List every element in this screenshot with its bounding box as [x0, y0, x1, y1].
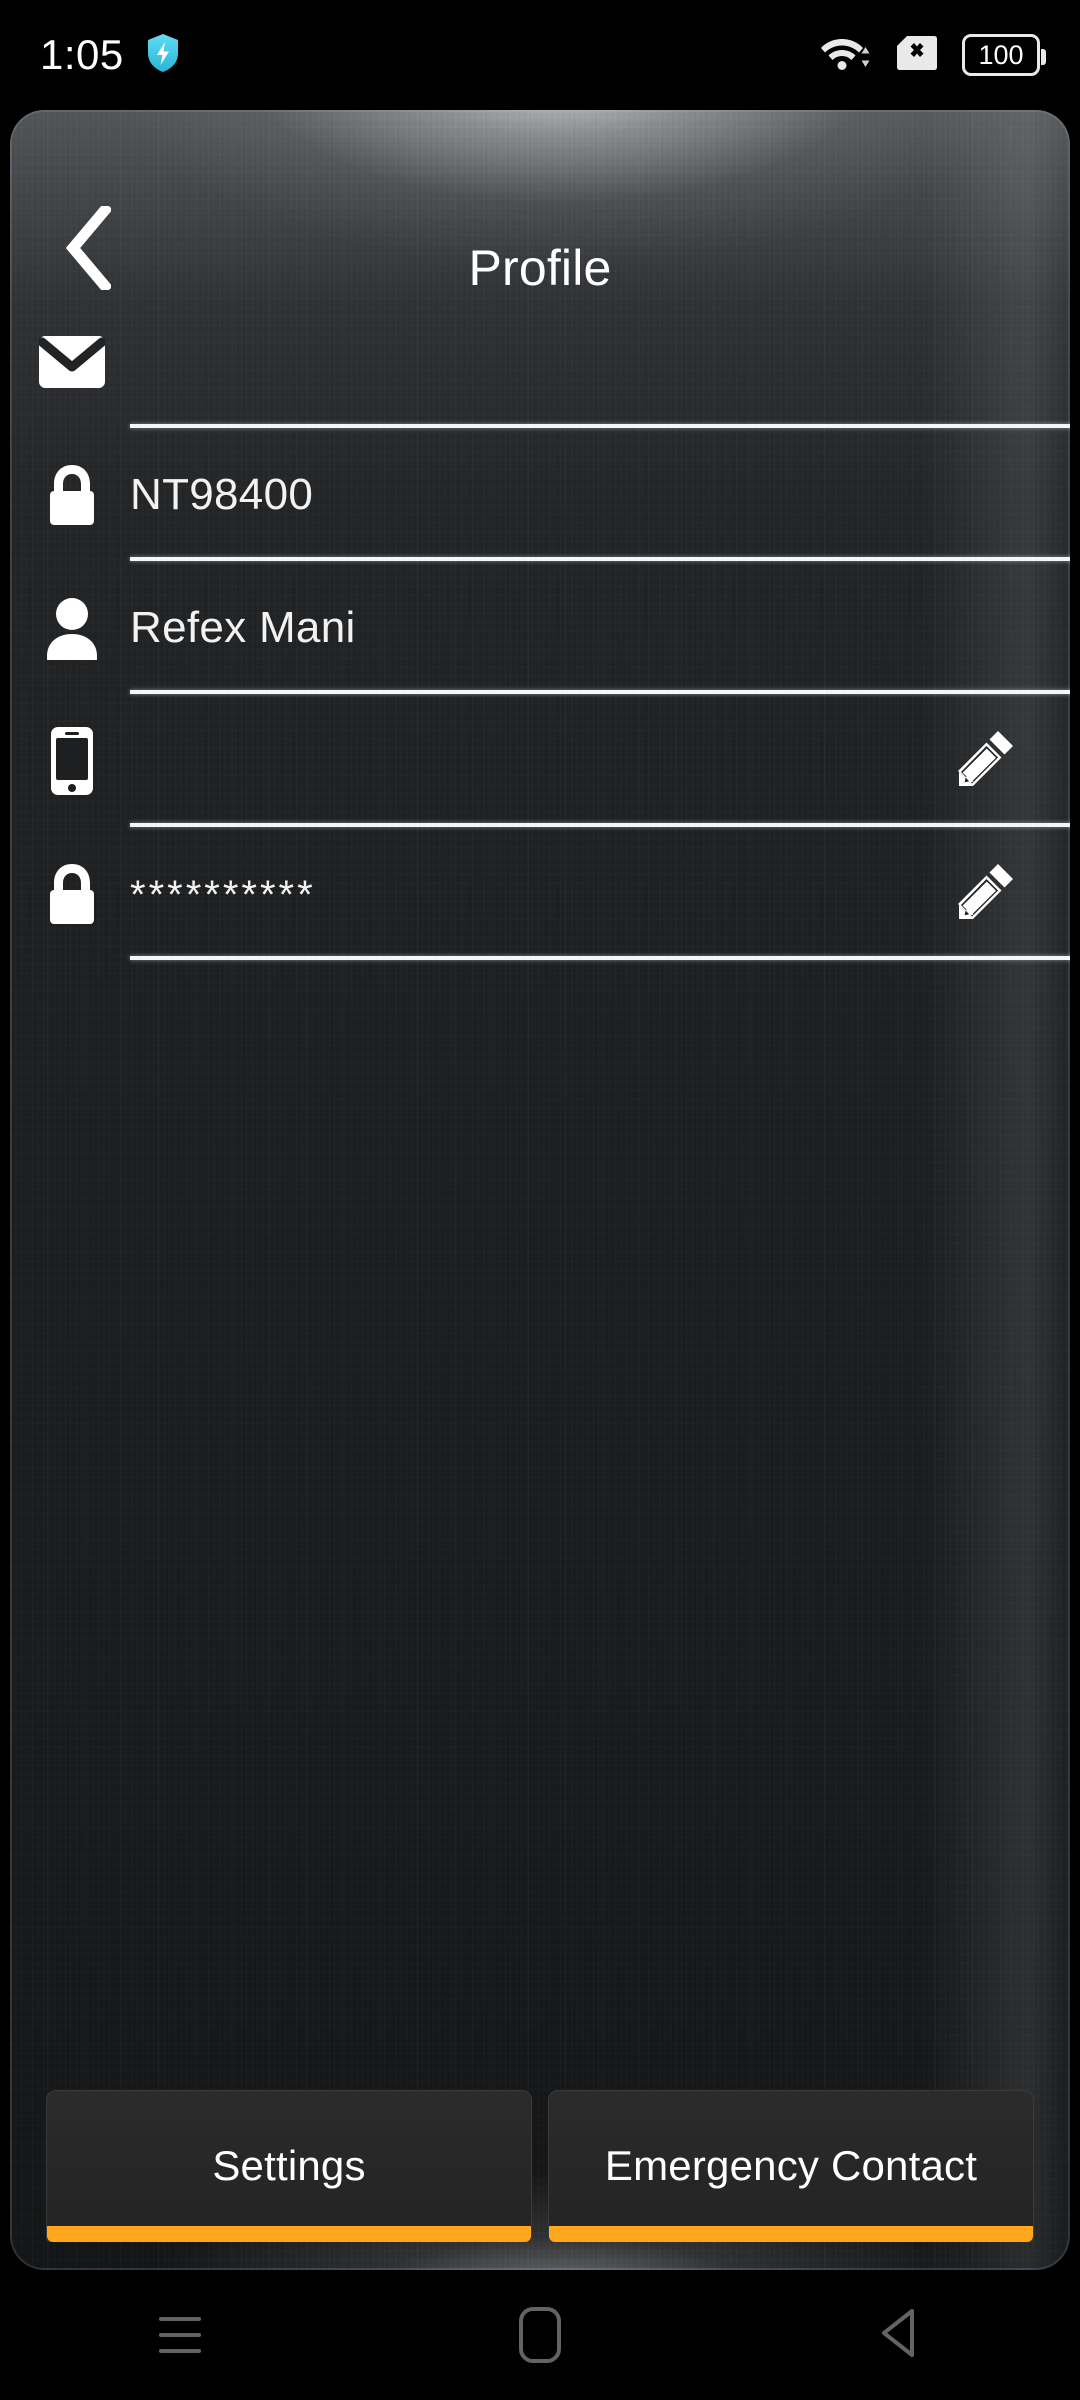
field-value-full-name: Refex Mani [130, 602, 356, 652]
settings-button[interactable]: Settings [46, 2090, 532, 2242]
lock-icon [10, 463, 130, 527]
field-value-device-id: NT98400 [130, 469, 314, 519]
pencil-icon [955, 860, 1017, 927]
android-nav-bar [0, 2270, 1080, 2400]
status-bar-left: 1:05 [40, 31, 180, 79]
field-body-password[interactable]: ********** [130, 827, 1070, 960]
app-header: Profile [10, 110, 1070, 296]
battery-level: 100 [978, 39, 1024, 70]
field-row-email[interactable] [10, 295, 1070, 428]
settings-button-label: Settings [212, 2142, 366, 2189]
status-bar: 1:05 100 [0, 0, 1080, 110]
field-underline [130, 956, 1070, 960]
field-row-device-id[interactable]: NT98400 [10, 428, 1070, 561]
field-row-password[interactable]: ********** [10, 827, 1070, 960]
field-body-full-name[interactable]: Refex Mani [130, 561, 1070, 694]
action-bar: Settings Emergency Contact [10, 2090, 1070, 2242]
app-panel: Profile NT98400 Refex Mani ********** Se… [10, 110, 1070, 2270]
edit-phone-button[interactable] [946, 721, 1026, 801]
edit-password-button[interactable] [946, 854, 1026, 934]
pencil-icon [955, 727, 1017, 794]
envelope-icon [10, 335, 130, 388]
profile-form: NT98400 Refex Mani ********** [10, 295, 1070, 960]
home-square-icon [519, 2307, 561, 2363]
nav-home-button[interactable] [465, 2280, 615, 2390]
person-icon [10, 596, 130, 660]
field-value-password: ********** [130, 873, 316, 917]
nav-recents-button[interactable] [105, 2280, 255, 2390]
back-triangle-icon [874, 2305, 926, 2366]
battery-icon: 100 [962, 34, 1046, 76]
menu-icon [159, 2317, 201, 2353]
field-row-phone[interactable] [10, 694, 1070, 827]
field-body-email[interactable] [130, 295, 1070, 428]
emergency-contact-button[interactable]: Emergency Contact [548, 2090, 1034, 2242]
field-row-full-name[interactable]: Refex Mani [10, 561, 1070, 694]
status-clock: 1:05 [40, 31, 124, 78]
status-bar-right: 100 [820, 33, 1046, 78]
smartphone-icon [10, 726, 130, 796]
sim-card-off-icon [896, 34, 938, 77]
shield-bolt-icon [146, 33, 180, 78]
page-title: Profile [468, 240, 612, 296]
field-body-phone[interactable] [130, 694, 1070, 827]
nav-back-button[interactable] [825, 2280, 975, 2390]
lock-icon [10, 862, 130, 926]
wifi-icon [820, 33, 872, 78]
emergency-contact-button-label: Emergency Contact [604, 2142, 978, 2189]
field-body-device-id[interactable]: NT98400 [130, 428, 1070, 561]
